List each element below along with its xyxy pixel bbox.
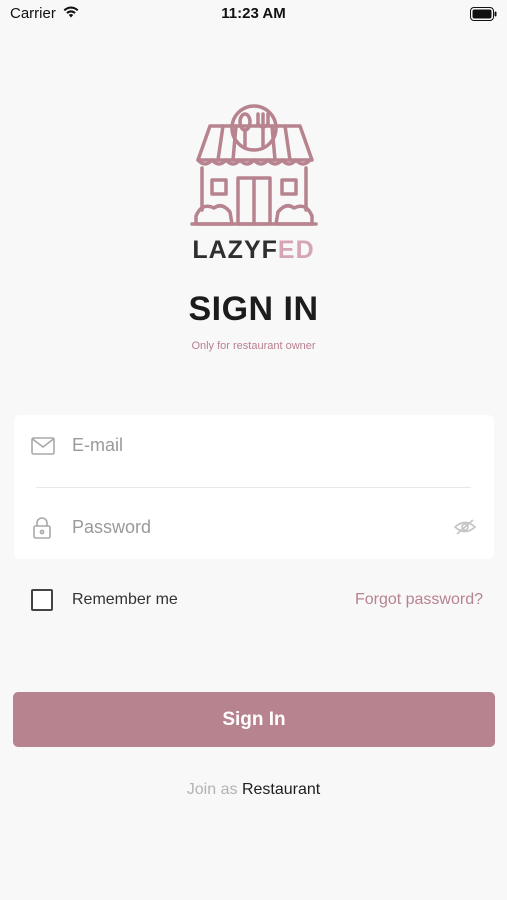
join-row: Join as Restaurant bbox=[0, 781, 507, 799]
page-title: SIGN IN bbox=[188, 290, 319, 328]
field-divider bbox=[36, 487, 471, 488]
eye-off-icon[interactable] bbox=[453, 518, 477, 541]
signin-button[interactable]: Sign In bbox=[13, 692, 495, 747]
page-subtitle: Only for restaurant owner bbox=[191, 340, 316, 352]
brand-name: LAZYFED bbox=[0, 236, 507, 265]
forgot-password-link[interactable]: Forgot password? bbox=[355, 591, 483, 609]
status-bar: Carrier 11:23 AM bbox=[0, 0, 507, 28]
mail-icon bbox=[31, 436, 55, 461]
remember-checkbox[interactable] bbox=[31, 589, 53, 611]
status-time: 11:23 AM bbox=[221, 5, 286, 22]
brand-name-dark: LAZYF bbox=[192, 236, 278, 264]
remember-label: Remember me bbox=[72, 591, 178, 608]
email-field[interactable] bbox=[72, 431, 432, 459]
join-restaurant-link[interactable]: Restaurant bbox=[242, 781, 320, 798]
battery-icon bbox=[470, 7, 497, 26]
brand-name-accent: ED bbox=[277, 236, 315, 264]
join-prefix: Join as bbox=[186, 781, 238, 798]
lock-icon bbox=[31, 516, 53, 545]
login-form bbox=[14, 415, 494, 559]
password-field[interactable] bbox=[72, 513, 432, 541]
